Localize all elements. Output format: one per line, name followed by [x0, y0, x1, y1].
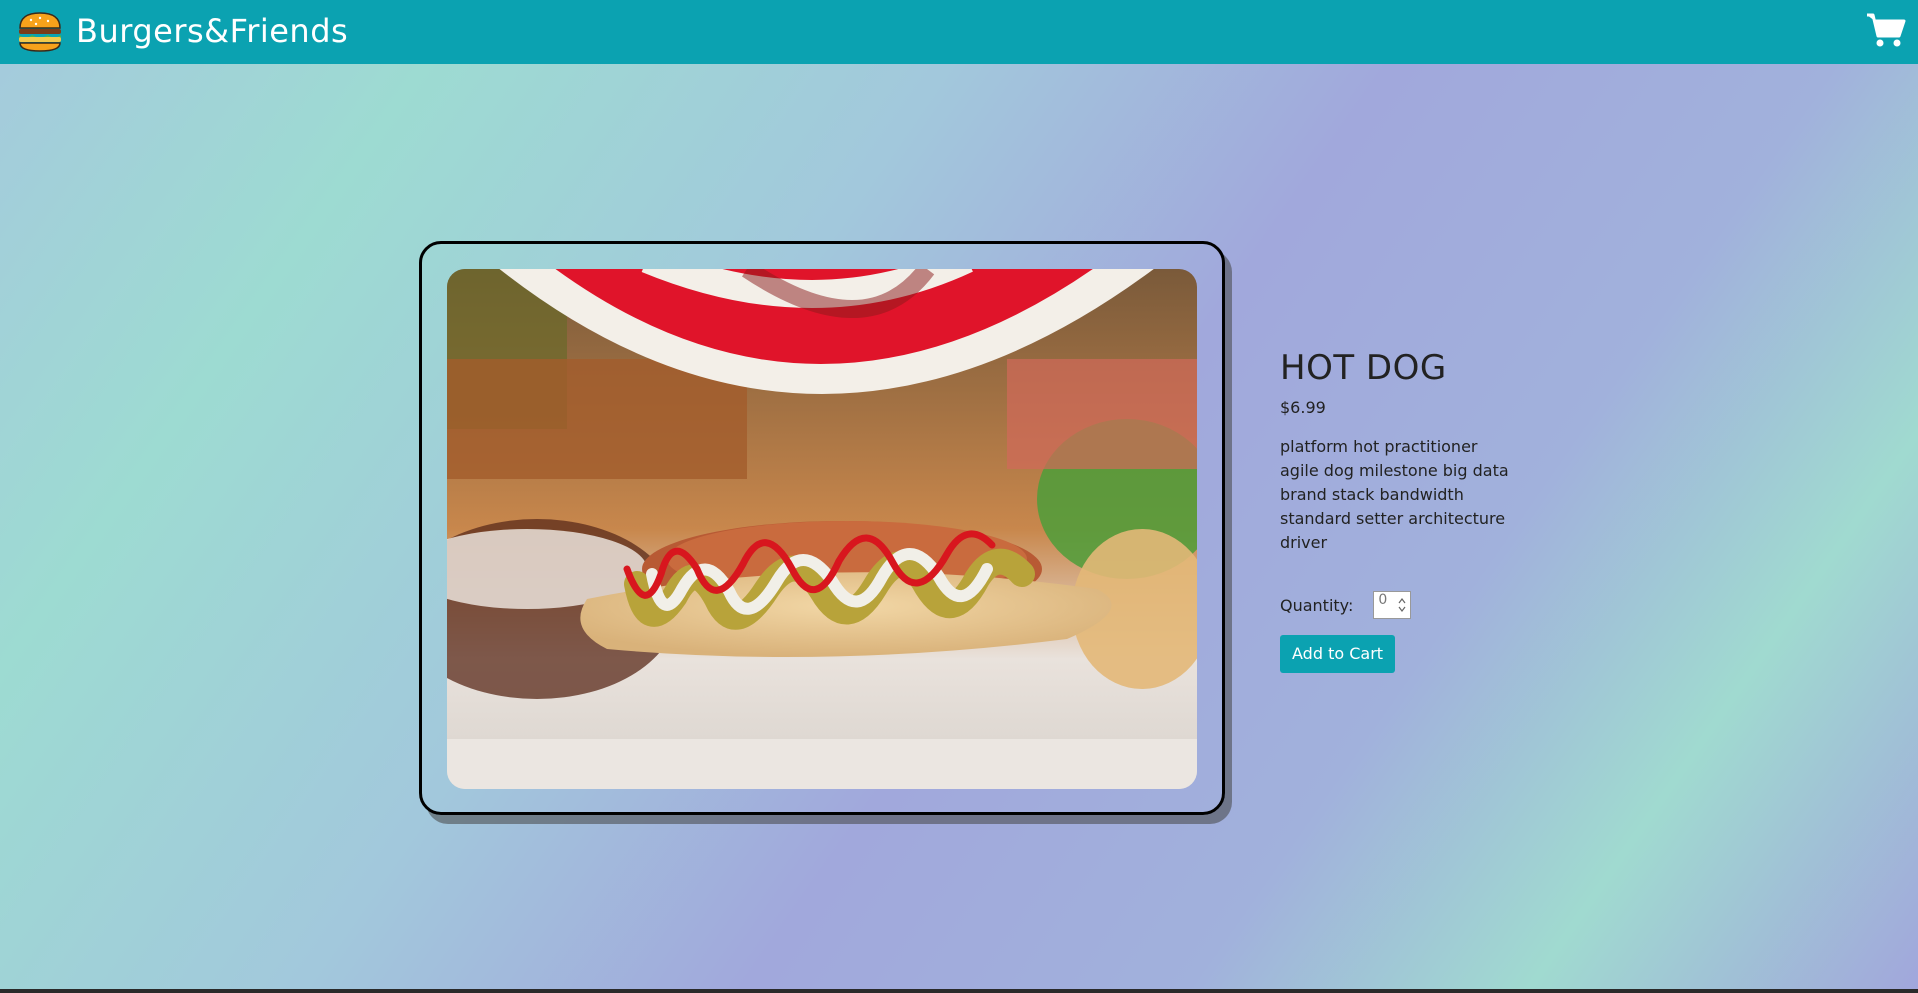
- product-price: $6.99: [1280, 398, 1326, 417]
- quantity-stepper[interactable]: 0: [1373, 591, 1412, 619]
- navbar: Burgers&Friends: [0, 0, 1918, 64]
- quantity-value: 0: [1378, 592, 1388, 608]
- brand-title[interactable]: Burgers&Friends: [76, 12, 348, 50]
- quantity-row: Quantity: 0: [1280, 591, 1510, 619]
- bottom-border: [0, 989, 1918, 993]
- hot-dog-photo: [447, 269, 1197, 789]
- burger-icon[interactable]: [16, 10, 64, 54]
- product-image-card: [419, 241, 1225, 815]
- add-to-cart-button[interactable]: Add to Cart: [1280, 635, 1396, 673]
- product-details: HOT DOG $6.99 platform hot practitioner …: [1280, 348, 1510, 673]
- shopping-cart-icon[interactable]: [1866, 12, 1906, 48]
- product-description: platform hot practitioner agile dog mile…: [1280, 437, 1509, 552]
- quantity-label: Quantity:: [1280, 595, 1354, 615]
- spinner-arrows-icon[interactable]: [1398, 597, 1406, 613]
- product-title: HOT DOG: [1280, 348, 1447, 388]
